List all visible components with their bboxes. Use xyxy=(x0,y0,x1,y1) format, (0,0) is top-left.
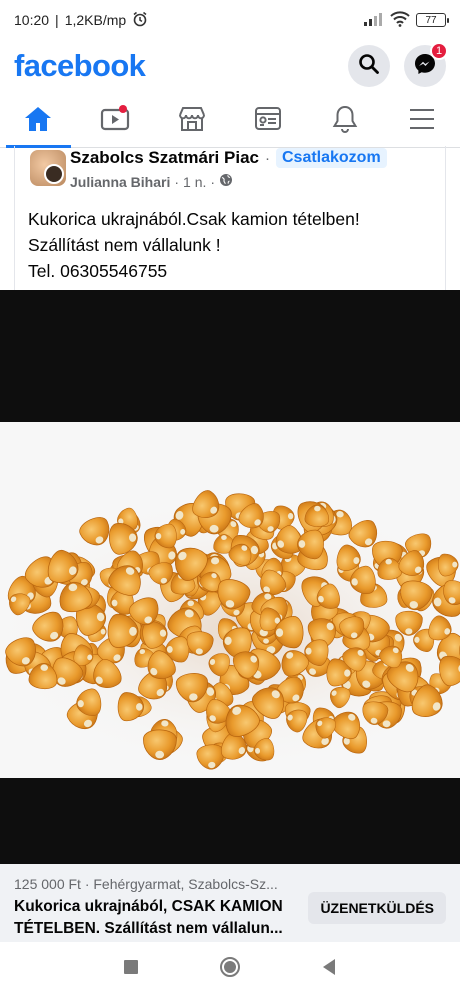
square-icon xyxy=(124,959,138,974)
listing-title-line: TÉTELBEN. Szállítást nem vállalun... xyxy=(14,920,283,937)
facebook-logo[interactable]: facebook xyxy=(14,48,146,84)
meta-separator: · xyxy=(210,173,216,190)
status-separator: | xyxy=(55,12,59,28)
back-button[interactable] xyxy=(321,958,337,981)
marketplace-listing-bar[interactable]: 125 000 Ft · Fehérgyarmat, Szabolcs-Sz..… xyxy=(0,864,460,942)
post-text-line: Szállítást nem vállalunk ! xyxy=(28,235,221,255)
author-avatar[interactable] xyxy=(44,164,64,184)
menu-icon xyxy=(408,107,436,136)
post-text-line[interactable]: Tel. 06305546755 xyxy=(28,258,438,284)
post-body: Kukorica ukrajnából.Csak kamion tételben… xyxy=(28,206,438,284)
marketplace-icon xyxy=(177,105,207,138)
listing-title[interactable]: Kukorica ukrajnából, CSAK KAMION TÉTELBE… xyxy=(14,896,304,940)
post-media[interactable] xyxy=(0,290,460,864)
status-time: 10:20 xyxy=(14,12,50,28)
back-triangle-icon xyxy=(323,958,335,975)
group-separator: · xyxy=(264,149,270,167)
recent-apps-button[interactable] xyxy=(123,959,139,980)
main-tabs xyxy=(0,96,460,148)
wifi-icon xyxy=(390,10,410,30)
circle-icon xyxy=(220,956,240,977)
tab-notifications[interactable] xyxy=(307,96,384,147)
status-bar: 10:20 | 1,2KB/mp 77 xyxy=(0,0,460,40)
join-group-button[interactable]: Csatlakozom xyxy=(275,148,387,168)
signal-icon xyxy=(364,12,384,29)
status-speed: 1,2KB/mp xyxy=(64,12,127,28)
tab-home[interactable] xyxy=(0,96,77,148)
bell-icon xyxy=(331,104,359,139)
watch-notification-dot xyxy=(118,105,127,113)
battery-level: 77 xyxy=(425,14,437,26)
listing-price-location: 125 000 Ft · Fehérgyarmat, Szabolcs-Sz..… xyxy=(14,876,278,892)
send-message-button[interactable]: ÜZENETKÜLDÉS xyxy=(308,892,446,924)
news-icon xyxy=(253,105,283,138)
group-name[interactable]: Szabolcs Szatmári Piac xyxy=(70,148,259,168)
listing-title-line: Kukorica ukrajnából, CSAK KAMION xyxy=(14,898,283,915)
search-icon xyxy=(358,53,380,80)
post-author[interactable]: Julianna Bihari xyxy=(70,174,170,190)
corn-kernels-illustration xyxy=(0,490,460,772)
tab-news[interactable] xyxy=(230,96,307,147)
system-navigation-bar xyxy=(0,942,460,996)
meta-separator: · xyxy=(174,173,180,190)
alarm-icon xyxy=(132,11,148,30)
app-header: facebook 1 xyxy=(0,40,460,92)
post-header: Szabolcs Szatmári Piac · Csatlakozom Jul… xyxy=(14,146,446,202)
home-icon xyxy=(23,105,53,138)
messenger-badge: 1 xyxy=(430,42,448,60)
tab-marketplace[interactable] xyxy=(153,96,230,147)
tab-watch[interactable] xyxy=(77,96,154,147)
tab-menu[interactable] xyxy=(383,96,460,147)
messenger-button[interactable]: 1 xyxy=(404,42,448,87)
post-time[interactable]: 1 n. xyxy=(183,174,206,190)
globe-icon xyxy=(219,173,233,190)
home-system-button[interactable] xyxy=(219,956,241,983)
search-button[interactable] xyxy=(348,45,390,87)
corn-kernels-photo[interactable] xyxy=(0,422,460,778)
battery-icon: 77 xyxy=(416,13,449,27)
post-text-line: Kukorica ukrajnából.Csak kamion tételben… xyxy=(28,209,360,229)
